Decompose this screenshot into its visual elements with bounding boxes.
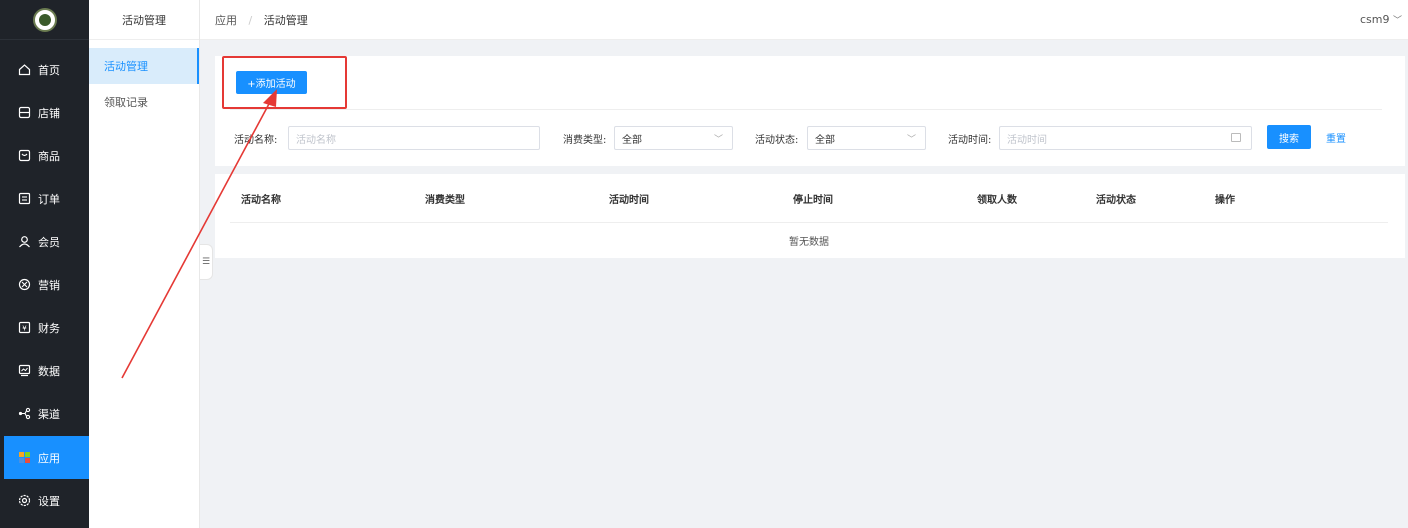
breadcrumb-separator: /	[248, 13, 253, 27]
subnav-item-activity-manage[interactable]: 活动管理	[89, 48, 199, 84]
divider	[230, 109, 1382, 110]
settings-icon	[18, 494, 31, 507]
activity-time-picker[interactable]: 活动时间	[999, 126, 1252, 150]
activity-status-value: 全部	[815, 134, 835, 146]
sub-nav: 活动管理 活动管理 领取记录	[89, 0, 200, 528]
nav-item-label: 渠道	[38, 407, 60, 421]
main-nav: 首页 店铺 商品 订单 会员 营销 ¥ 财务 数据 渠道 应用 设置	[0, 0, 89, 528]
table-header-divider	[230, 222, 1388, 223]
nav-item-label: 数据	[38, 364, 60, 378]
channel-icon	[18, 407, 31, 420]
column-header-activity-status: 活动状态	[1096, 195, 1136, 206]
nav-item-marketing[interactable]: 营销	[0, 263, 89, 306]
nav-item-label: 订单	[38, 192, 60, 206]
home-icon	[18, 63, 31, 76]
nav-item-home[interactable]: 首页	[0, 48, 89, 91]
marketing-icon	[18, 278, 31, 291]
username: csm9	[1359, 13, 1390, 26]
chevron-down-icon: ﹀	[1392, 16, 1402, 26]
column-header-consume-type: 消费类型	[425, 195, 465, 206]
nav-item-data[interactable]: 数据	[0, 349, 89, 392]
breadcrumb-item[interactable]: 应用	[215, 14, 237, 27]
calendar-icon	[1231, 133, 1241, 142]
user-menu[interactable]: csm9 ﹀	[1360, 13, 1402, 26]
consume-type-label: 消费类型:	[563, 135, 607, 146]
column-header-claim-count: 领取人数	[977, 195, 1017, 206]
nav-item-finance[interactable]: ¥ 财务	[0, 306, 89, 349]
breadcrumb: 应用 / 活动管理	[215, 12, 308, 28]
activity-name-label: 活动名称:	[234, 135, 278, 146]
nav-item-label: 商品	[38, 149, 60, 163]
sidebar-collapse-toggle[interactable]: ☰	[200, 244, 213, 280]
nav-item-label: 会员	[38, 235, 60, 249]
highlight-box	[222, 56, 347, 109]
nav-item-label: 财务	[38, 321, 60, 335]
nav-item-app[interactable]: 应用	[4, 436, 89, 479]
top-bar: 应用 / 活动管理 csm9 ﹀	[200, 0, 1408, 40]
store-icon	[18, 106, 31, 119]
goods-icon	[18, 149, 31, 162]
consume-type-select[interactable]: 全部 ﹀	[614, 126, 733, 150]
search-button[interactable]: 搜索	[1267, 125, 1311, 149]
activity-status-select[interactable]: 全部 ﹀	[807, 126, 926, 150]
nav-item-member[interactable]: 会员	[0, 220, 89, 263]
member-icon	[18, 235, 31, 248]
consume-type-value: 全部	[622, 134, 642, 146]
activity-status-label: 活动状态:	[755, 135, 799, 146]
data-icon	[18, 364, 31, 377]
logo-icon	[32, 7, 57, 32]
activity-name-placeholder: 活动名称	[296, 134, 336, 146]
nav-item-store[interactable]: 店铺	[0, 91, 89, 134]
nav-item-label: 营销	[38, 278, 60, 292]
column-header-actions: 操作	[1215, 195, 1235, 206]
breadcrumb-current: 活动管理	[263, 13, 308, 27]
subnav-item-claim-records[interactable]: 领取记录	[89, 84, 199, 120]
subnav-title: 活动管理	[89, 0, 199, 40]
nav-item-channel[interactable]: 渠道	[0, 392, 89, 435]
chevron-down-icon: ﹀	[713, 135, 723, 145]
activity-name-input[interactable]: 活动名称	[288, 126, 540, 150]
chevron-down-icon: ﹀	[906, 135, 916, 145]
logo[interactable]	[0, 0, 89, 40]
nav-item-goods[interactable]: 商品	[0, 134, 89, 177]
nav-item-order[interactable]: 订单	[0, 177, 89, 220]
activity-time-placeholder: 活动时间	[1007, 134, 1047, 146]
empty-state-text: 暂无数据	[789, 237, 829, 248]
nav-item-label: 应用	[38, 451, 60, 465]
column-header-activity-time: 活动时间	[609, 195, 649, 206]
column-header-stop-time: 停止时间	[793, 195, 833, 206]
nav-item-label: 首页	[38, 63, 60, 77]
menu-fold-icon: ☰	[201, 257, 211, 267]
nav-item-label: 店铺	[38, 106, 60, 120]
nav-item-label: 设置	[38, 494, 60, 508]
reset-button[interactable]: 重置	[1326, 130, 1346, 145]
finance-icon: ¥	[18, 321, 31, 334]
svg-text:¥: ¥	[22, 325, 27, 333]
order-icon	[18, 192, 31, 205]
column-header-activity-name: 活动名称	[241, 195, 281, 206]
app-icon	[18, 451, 31, 464]
nav-item-settings[interactable]: 设置	[0, 479, 89, 522]
activity-time-label: 活动时间:	[948, 135, 992, 146]
